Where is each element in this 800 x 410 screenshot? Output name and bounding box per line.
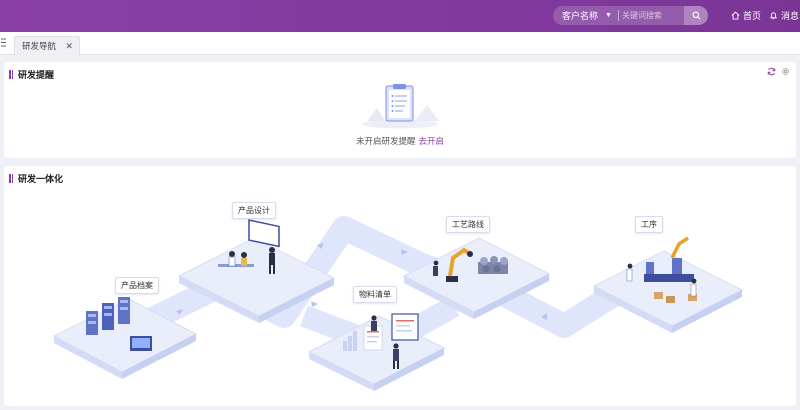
stage-bom[interactable]: 物料清单	[353, 286, 397, 303]
home-label: 首页	[743, 11, 762, 21]
card-tools	[767, 67, 790, 76]
messages-link[interactable]: 消息	[769, 9, 799, 22]
search-divider	[618, 10, 619, 21]
search-button[interactable]	[684, 6, 708, 25]
stage-product-archive[interactable]: 产品档案	[115, 277, 159, 294]
stage-product-design[interactable]: 产品设计	[232, 202, 276, 219]
home-link[interactable]: 首页	[731, 9, 761, 22]
reminder-card-title: 研发提醒	[9, 68, 54, 81]
empty-text: 未开启研发提醒	[355, 136, 416, 146]
reminder-card: 研发提醒 未开启研发提醒 去开启	[4, 62, 796, 158]
reminder-empty-message: 未开启研发提醒 去开启	[4, 135, 796, 147]
title-marker	[9, 70, 13, 79]
home-icon	[731, 11, 740, 20]
tab-label: 研发导航	[22, 41, 57, 51]
bell-icon	[769, 12, 778, 20]
top-header: 客户名称 ▼ 首页 消息	[0, 0, 800, 32]
stage-process-route[interactable]: 工艺路线	[446, 216, 490, 233]
search-input[interactable]	[622, 11, 688, 20]
tab-bar: 研发导航 ✕	[0, 32, 800, 55]
menu-icon[interactable]	[1, 38, 6, 47]
reminder-title: 研发提醒	[18, 70, 55, 80]
enable-reminder-link[interactable]: 去开启	[419, 136, 445, 146]
gear-icon[interactable]	[781, 67, 790, 76]
tab-rd-navigation[interactable]: 研发导航 ✕	[14, 36, 80, 55]
search-icon	[692, 11, 700, 20]
integration-card: 研发一体化 产品档案 产品设计 物料清单 工艺路线 工序	[4, 166, 796, 406]
stage-operation[interactable]: 工序	[635, 216, 663, 233]
refresh-icon[interactable]	[767, 67, 776, 76]
close-icon[interactable]: ✕	[65, 41, 73, 52]
search-box: 客户名称 ▼	[553, 6, 708, 25]
chevron-down-icon[interactable]: ▼	[605, 12, 615, 19]
messages-label: 消息	[781, 11, 800, 21]
search-scope-select[interactable]: 客户名称	[553, 9, 605, 22]
empty-clipboard-illustration	[362, 84, 439, 129]
platform-operation	[592, 236, 744, 333]
